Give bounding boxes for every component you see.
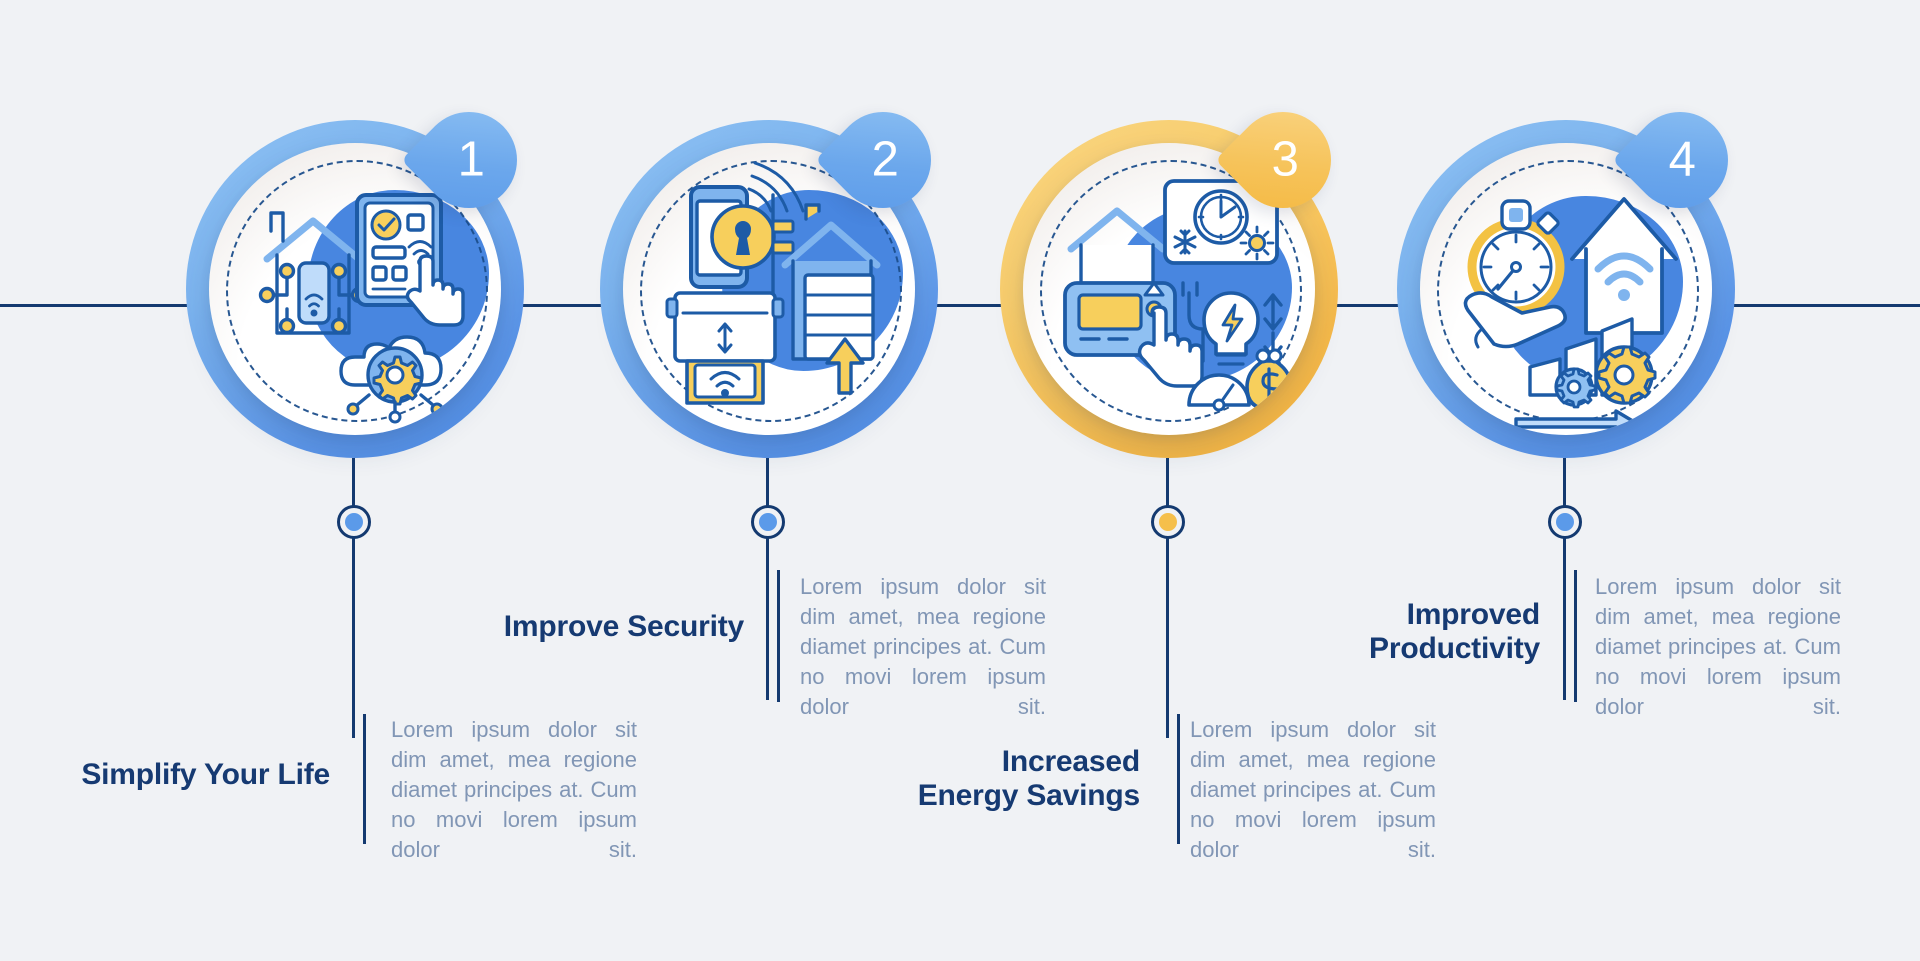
step-node-4[interactable]: 4 <box>1397 92 1748 458</box>
step-stem-3 <box>1166 458 1169 738</box>
step-heading-1: Simplify Your Life <box>81 758 330 791</box>
step-body-1: Lorem ipsum dolor sit dim amet, mea regi… <box>391 717 637 862</box>
step-heading-3: Increased Energy Savings <box>840 745 1140 812</box>
step-stem-2 <box>766 458 769 700</box>
step-number-1: 1 <box>457 132 486 187</box>
step-stem-4 <box>1563 458 1566 700</box>
step-dot-3[interactable] <box>1151 505 1185 539</box>
step-dot-4[interactable] <box>1548 505 1582 539</box>
step-heading-4-line1: Improved <box>1406 598 1541 631</box>
infographic-canvas: 1 Simplify Your Life Lorem ipsum dolor s… <box>0 0 1920 961</box>
step-divider-2 <box>777 570 780 702</box>
step-divider-1 <box>363 714 366 844</box>
step-dot-2[interactable] <box>751 505 785 539</box>
step-dot-fill-1 <box>345 513 363 531</box>
step-dot-1[interactable] <box>337 505 371 539</box>
step-heading-4: Improved Productivity <box>1240 598 1540 665</box>
step-node-1[interactable]: 1 <box>186 92 537 458</box>
step-heading-2: Improve Security <box>503 610 744 643</box>
step-dot-fill-2 <box>759 513 777 531</box>
step-node-3[interactable]: 3 <box>1000 92 1351 458</box>
step-dot-fill-3 <box>1159 513 1177 531</box>
step-number-4: 4 <box>1668 132 1697 187</box>
step-body-3: Lorem ipsum dolor sit dim amet, mea regi… <box>1190 717 1436 862</box>
step-number-2: 2 <box>871 132 900 187</box>
step-divider-4 <box>1574 570 1577 702</box>
step-stem-1 <box>352 458 355 738</box>
step-body-4: Lorem ipsum dolor sit dim amet, mea regi… <box>1595 574 1841 719</box>
step-node-2[interactable]: 2 <box>600 92 951 458</box>
step-dot-fill-4 <box>1556 513 1574 531</box>
step-number-3: 3 <box>1271 132 1300 187</box>
step-heading-3-line2: Energy Savings <box>917 778 1140 812</box>
step-divider-3 <box>1177 714 1180 844</box>
step-heading-4-line2: Productivity <box>1369 631 1540 665</box>
step-heading-3-line1: Increased <box>1001 745 1140 778</box>
step-body-2: Lorem ipsum dolor sit dim amet, mea regi… <box>800 574 1046 719</box>
